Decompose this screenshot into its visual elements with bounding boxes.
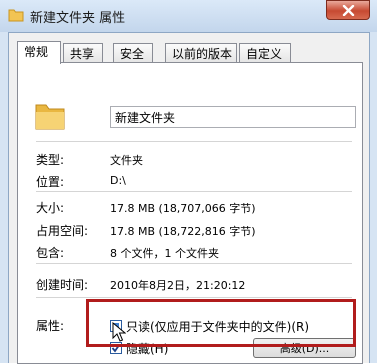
tab-general[interactable]: 常规 — [17, 41, 61, 64]
tab-security[interactable]: 安全 — [113, 43, 153, 63]
created-label: 创建时间: — [36, 278, 89, 292]
type-value: 文件夹 — [110, 154, 143, 167]
folder-icon — [8, 9, 24, 22]
highlight-box — [86, 299, 356, 347]
window-title: 新建文件夹 属性 — [30, 11, 126, 26]
close-icon — [342, 5, 355, 16]
size-on-disk-label: 占用空间: — [36, 224, 89, 238]
close-button[interactable] — [326, 0, 370, 20]
tab-label: 常规 — [24, 45, 49, 59]
tab-previous-versions[interactable]: 以前的版本 — [165, 43, 237, 63]
location-value: D:\ — [110, 174, 126, 187]
tab-label: 自定义 — [246, 47, 283, 61]
size-on-disk-value: 17.8 MB (18,722,816 字节) — [110, 225, 256, 238]
tab-sharing[interactable]: 共享 — [63, 43, 103, 63]
created-value: 2010年8月2日，21:20:12 — [110, 279, 246, 292]
divider — [36, 297, 352, 298]
size-value: 17.8 MB (18,707,066 字节) — [110, 202, 256, 215]
contains-value: 8 个文件，1 个文件夹 — [110, 247, 219, 260]
attributes-label: 属性: — [36, 319, 65, 333]
divider — [36, 191, 352, 192]
title-bar[interactable]: 新建文件夹 属性 — [0, 0, 377, 32]
properties-window: 新建文件夹 属性 常规 共享 安全 以前的版本 自定义 类型: 文件夹 位置: … — [0, 0, 377, 364]
large-folder-icon — [35, 104, 65, 130]
type-label: 类型: — [36, 153, 65, 167]
contains-label: 包含: — [36, 246, 65, 260]
tab-customize[interactable]: 自定义 — [239, 43, 291, 63]
location-label: 位置: — [36, 175, 65, 189]
tab-label: 以前的版本 — [172, 47, 233, 61]
mouse-cursor-icon — [112, 322, 126, 342]
tab-label: 安全 — [120, 47, 145, 61]
size-label: 大小: — [36, 201, 65, 215]
folder-name-input[interactable] — [110, 106, 356, 128]
divider — [36, 263, 352, 264]
divider — [36, 141, 352, 142]
tab-label: 共享 — [70, 47, 95, 61]
